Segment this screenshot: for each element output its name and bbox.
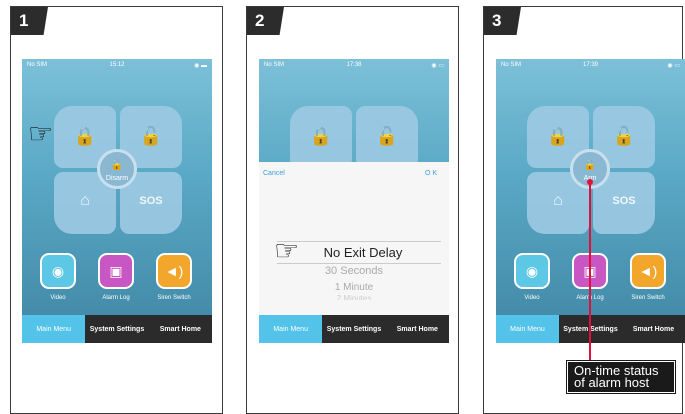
tab-main-menu[interactable]: Main Menu: [259, 315, 323, 343]
tab-system-settings[interactable]: System Settings: [322, 315, 386, 343]
tab-smart-home[interactable]: Smart Home: [622, 315, 685, 343]
arm-button[interactable]: 🔒: [290, 106, 352, 168]
picker-divider-bottom: [277, 263, 441, 264]
alarm-log-label: Alarm Log: [102, 295, 130, 301]
sos-label: SOS: [612, 195, 636, 207]
status-callout: On-time status of alarm host: [566, 360, 676, 394]
pointing-hand-icon: ☞: [28, 118, 54, 149]
cancel-button[interactable]: Cancel: [263, 170, 285, 177]
siren-switch-app-button[interactable]: ◄): [630, 253, 666, 289]
house-icon: ⌂: [80, 192, 90, 209]
status-bar: No SIM 17:39 ◉ ▭: [496, 59, 685, 72]
sos-label: SOS: [139, 195, 163, 207]
clock: 17:38: [346, 62, 362, 68]
status-bar: No SIM 15:12 ◉ ▬: [22, 59, 212, 72]
phone-screen-1: No SIM 15:12 ◉ ▬ 🔒 🔓 ⌂ SOS 🔓 Disarm ◉ Vi…: [22, 59, 212, 343]
status-bar: No SIM 17:38 ◉ ▭: [259, 59, 449, 72]
clock: 17:39: [582, 62, 598, 68]
phone-screen-2: No SIM 17:38 ◉ ▭ 🔒 🔓 Cancel O K No Exit …: [259, 59, 449, 343]
step-badge-1: 1: [11, 7, 48, 35]
picker-option[interactable]: 1 Minute: [259, 282, 449, 293]
video-app-button[interactable]: ◉: [40, 253, 76, 289]
unlock-icon: 🔓: [139, 126, 163, 146]
home-arm-button[interactable]: 🔓: [356, 106, 418, 168]
tab-main-menu[interactable]: Main Menu: [496, 315, 559, 343]
battery-icon: ◉ ▬: [194, 63, 207, 69]
unlock-icon: 🔓: [375, 126, 399, 146]
tab-bar: Main Menu System Settings Smart Home: [22, 315, 212, 343]
battery-icon: ◉ ▭: [667, 63, 680, 69]
lock-icon: 🔒: [73, 126, 97, 146]
unlock-icon: 🔓: [612, 126, 636, 146]
video-label: Video: [524, 295, 540, 301]
tab-smart-home[interactable]: Smart Home: [148, 315, 212, 343]
step-badge-3: 3: [484, 7, 521, 35]
status-label: Disarm: [105, 175, 129, 182]
tab-smart-home[interactable]: Smart Home: [385, 315, 449, 343]
lock-icon: 🔒: [309, 126, 333, 146]
tab-bar: Main Menu System Settings Smart Home: [259, 315, 449, 343]
status-center-button[interactable]: 🔓 Disarm: [97, 149, 137, 189]
tab-system-settings[interactable]: System Settings: [85, 315, 149, 343]
callout-line: [589, 184, 591, 362]
battery-icon: ◉ ▭: [431, 63, 444, 69]
video-app-button[interactable]: ◉: [514, 253, 550, 289]
siren-switch-app-button[interactable]: ◄): [156, 253, 192, 289]
ok-button[interactable]: O K: [425, 170, 437, 177]
house-icon: ⌂: [553, 192, 563, 209]
picker-divider-top: [277, 241, 441, 242]
picker-option[interactable]: 2 Minutes: [259, 294, 449, 300]
siren-switch-label: Siren Switch: [631, 295, 665, 301]
clock: 15:12: [109, 62, 125, 68]
tab-main-menu[interactable]: Main Menu: [22, 315, 86, 343]
alarm-log-app-button[interactable]: ▣: [98, 253, 134, 289]
siren-switch-label: Siren Switch: [157, 295, 191, 301]
step-badge-2: 2: [247, 7, 284, 35]
unlock-icon: 🔓: [110, 160, 124, 171]
lock-icon: 🔒: [546, 126, 570, 146]
pointing-hand-icon: ☞: [274, 235, 300, 266]
picker-option[interactable]: 30 Seconds: [259, 265, 449, 277]
video-label: Video: [50, 295, 66, 301]
lock-icon: 🔒: [583, 160, 597, 171]
callout-line-2: of alarm host: [574, 375, 650, 390]
